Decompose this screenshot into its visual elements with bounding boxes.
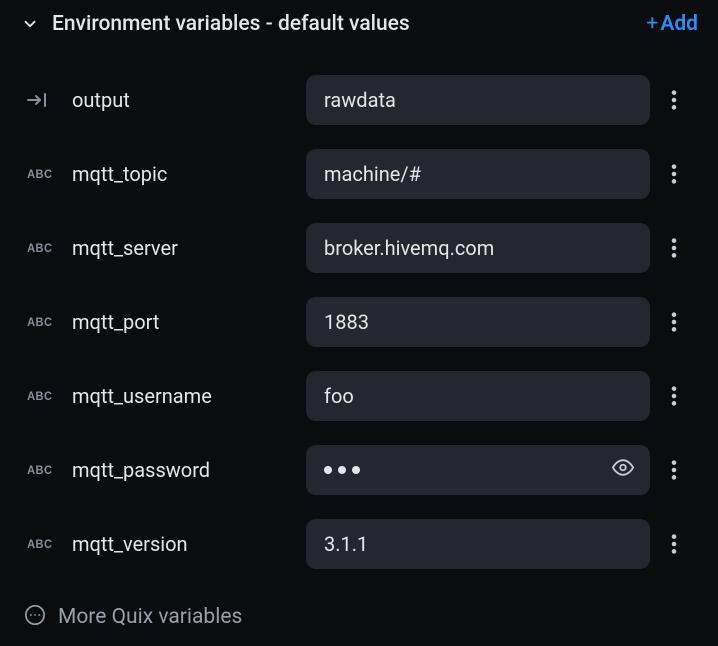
variable-value-text: machine/#	[324, 162, 421, 186]
variable-row: ABC mqtt_version 3.1.1	[20, 508, 698, 580]
variables-list: output rawdata ABC mqtt_topic machine/# ABC mq…	[20, 52, 698, 580]
variable-row: ABC mqtt_port 1883	[20, 286, 698, 358]
kebab-icon	[671, 163, 677, 185]
variable-name: mqtt_username	[72, 384, 306, 408]
row-menu-button[interactable]	[650, 237, 698, 259]
variable-row: ABC mqtt_server broker.hivemq.com	[20, 212, 698, 284]
row-menu-button[interactable]	[650, 163, 698, 185]
more-variables-link[interactable]: More Quix variables	[20, 580, 698, 630]
add-label: Add	[660, 12, 698, 36]
variable-name: output	[72, 88, 306, 112]
variable-name: mqtt_port	[72, 310, 306, 334]
variable-value-input[interactable]: 3.1.1	[306, 519, 650, 569]
row-menu-button[interactable]	[650, 385, 698, 407]
header-left: Environment variables - default values	[20, 12, 410, 36]
ellipsis-circle-icon	[24, 604, 46, 630]
output-type-icon	[20, 92, 72, 108]
add-button[interactable]: +Add	[646, 12, 698, 36]
abc-label: ABC	[27, 463, 52, 477]
row-menu-button[interactable]	[650, 533, 698, 555]
variable-value-input[interactable]: foo	[306, 371, 650, 421]
more-variables-label: More Quix variables	[58, 605, 242, 629]
abc-type-icon: ABC	[20, 167, 72, 181]
row-menu-button[interactable]	[650, 311, 698, 333]
variable-name: mqtt_version	[72, 532, 306, 556]
kebab-icon	[671, 533, 677, 555]
abc-type-icon: ABC	[20, 537, 72, 551]
variable-value-text: broker.hivemq.com	[324, 236, 494, 260]
plus-icon: +	[646, 12, 658, 36]
eye-icon[interactable]	[612, 457, 634, 484]
variable-value-input[interactable]: broker.hivemq.com	[306, 223, 650, 273]
abc-label: ABC	[27, 389, 52, 403]
variable-row: ABC mqtt_username foo	[20, 360, 698, 432]
variable-row: ABC mqtt_password	[20, 434, 698, 506]
variable-value-input[interactable]	[306, 445, 650, 495]
variable-name: mqtt_server	[72, 236, 306, 260]
kebab-icon	[671, 237, 677, 259]
variable-row: ABC mqtt_topic machine/#	[20, 138, 698, 210]
row-menu-button[interactable]	[650, 459, 698, 481]
abc-label: ABC	[27, 241, 52, 255]
kebab-icon	[671, 89, 677, 111]
variable-value-text: 3.1.1	[324, 532, 368, 556]
abc-label: ABC	[27, 537, 52, 551]
variable-value-input[interactable]: machine/#	[306, 149, 650, 199]
chevron-down-icon[interactable]	[20, 14, 40, 34]
abc-type-icon: ABC	[20, 463, 72, 477]
variable-value-text: 1883	[324, 310, 369, 334]
section-title: Environment variables - default values	[52, 12, 410, 36]
variable-value-text: rawdata	[324, 88, 396, 112]
variable-name: mqtt_topic	[72, 162, 306, 186]
row-menu-button[interactable]	[650, 89, 698, 111]
abc-label: ABC	[27, 315, 52, 329]
variable-value-text: foo	[324, 384, 354, 408]
variable-value-input[interactable]: rawdata	[306, 75, 650, 125]
abc-label: ABC	[27, 167, 52, 181]
variable-value-input[interactable]: 1883	[306, 297, 650, 347]
variable-name: mqtt_password	[72, 458, 306, 482]
abc-type-icon: ABC	[20, 241, 72, 255]
abc-type-icon: ABC	[20, 389, 72, 403]
kebab-icon	[671, 385, 677, 407]
kebab-icon	[671, 459, 677, 481]
password-mask	[324, 466, 360, 474]
abc-type-icon: ABC	[20, 315, 72, 329]
kebab-icon	[671, 311, 677, 333]
variable-row: output rawdata	[20, 64, 698, 136]
section-header: Environment variables - default values +…	[20, 4, 698, 52]
